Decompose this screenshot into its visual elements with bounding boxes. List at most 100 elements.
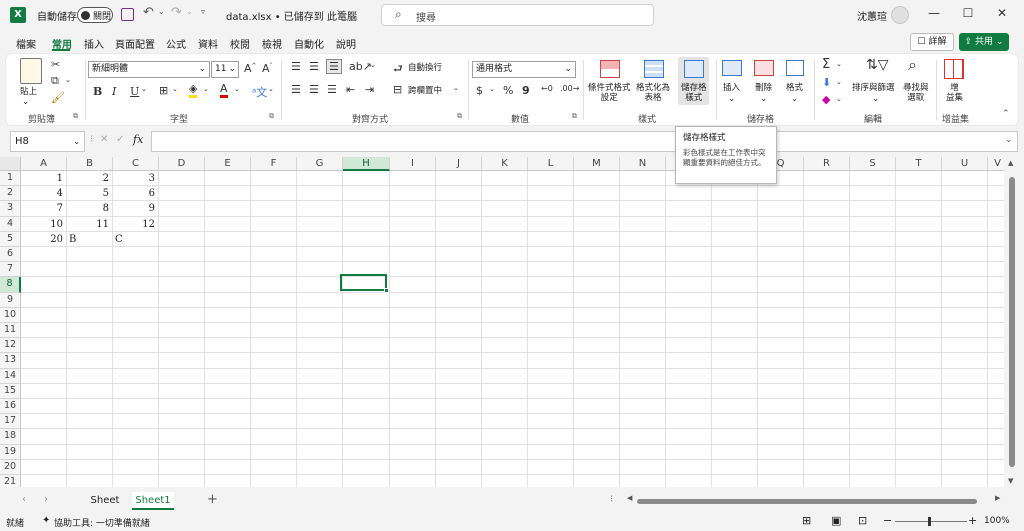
align-bottom-icon[interactable]: ☰: [326, 59, 342, 74]
undo-dropdown-icon[interactable]: ⌄: [158, 7, 165, 16]
row-header[interactable]: 2: [0, 186, 21, 202]
column-header[interactable]: M: [574, 157, 620, 171]
cell-B4[interactable]: 11: [67, 217, 113, 232]
fill-color-icon[interactable]: ◈: [189, 83, 198, 98]
column-header[interactable]: C: [113, 157, 159, 171]
cut-icon[interactable]: ✂: [51, 58, 60, 71]
autosave-toggle[interactable]: 關閉: [77, 7, 113, 23]
borders-icon[interactable]: ⊞: [159, 84, 168, 97]
number-format-dropdown[interactable]: 通用格式 ⌄: [472, 61, 576, 78]
increase-indent-icon[interactable]: ⇥: [365, 83, 374, 96]
sheet-tab-sheet[interactable]: Sheet: [82, 492, 128, 510]
normal-view-icon[interactable]: ⊞: [802, 514, 811, 527]
column-header[interactable]: R: [804, 157, 850, 171]
scroll-right-icon[interactable]: ▶: [995, 494, 1000, 502]
currency-icon[interactable]: $: [476, 84, 483, 97]
column-header[interactable]: K: [482, 157, 528, 171]
column-header[interactable]: L: [528, 157, 574, 171]
scroll-left-icon[interactable]: ◀: [627, 494, 632, 502]
comments-button[interactable]: ☐ 詳解: [910, 33, 954, 51]
worksheet-grid[interactable]: ABCDEFGHIJKLMNOPQRSTUV123456789101112131…: [0, 157, 1004, 487]
maximize-button[interactable]: ☐: [958, 6, 978, 24]
number-launcher-icon[interactable]: ⧉: [572, 112, 577, 121]
cell-C4[interactable]: 12: [113, 217, 159, 232]
font-launcher-icon[interactable]: ⧉: [269, 112, 274, 121]
cancel-icon[interactable]: ✕: [100, 134, 108, 145]
orientation-icon[interactable]: ab↗: [349, 60, 372, 73]
scroll-up-icon[interactable]: ▲: [1008, 159, 1013, 167]
cell-styles-button[interactable]: 儲存格 樣式: [681, 83, 707, 103]
format-cells-icon[interactable]: [786, 60, 804, 76]
collapse-ribbon-icon[interactable]: ⌃: [1002, 109, 1010, 119]
merge-center-icon[interactable]: ⊟: [393, 83, 402, 96]
tab-splitter-icon[interactable]: ⁝: [610, 494, 613, 505]
delete-cells-button[interactable]: 刪除: [755, 83, 772, 93]
wrap-text-button[interactable]: 自動換行: [408, 63, 442, 73]
column-header[interactable]: F: [251, 157, 297, 171]
column-header[interactable]: J: [436, 157, 482, 171]
sheet-tab-sheet1[interactable]: Sheet1: [132, 492, 174, 510]
user-name[interactable]: 沈蕙瑄: [857, 8, 887, 23]
bold-button[interactable]: B: [93, 85, 102, 98]
row-header[interactable]: 21: [0, 475, 21, 487]
shrink-font-icon[interactable]: A˅: [262, 62, 273, 75]
row-header[interactable]: 5: [0, 231, 21, 247]
row-header[interactable]: 10: [0, 307, 21, 323]
expand-formula-icon[interactable]: ⌄: [1005, 135, 1013, 145]
share-button[interactable]: ⇪ 共用 ⌄: [959, 33, 1009, 51]
next-sheet-icon[interactable]: ›: [44, 494, 48, 505]
tab-data[interactable]: 資料: [198, 36, 218, 51]
horizontal-scrollbar[interactable]: ◀ ▶: [627, 494, 1005, 506]
zoom-in-icon[interactable]: +: [968, 514, 977, 527]
row-header[interactable]: 9: [0, 292, 21, 308]
clipboard-launcher-icon[interactable]: ⧉: [73, 112, 78, 121]
accessibility-status[interactable]: 協助工具: 一切準備就緒: [54, 516, 150, 529]
cell-C5[interactable]: C: [113, 232, 159, 247]
align-right-icon[interactable]: ☰: [327, 83, 337, 96]
row-header[interactable]: 14: [0, 368, 21, 384]
cell-B2[interactable]: 5: [67, 186, 113, 201]
row-header[interactable]: 18: [0, 429, 21, 445]
font-size-dropdown[interactable]: 11 ⌄: [211, 61, 239, 78]
prev-sheet-icon[interactable]: ‹: [22, 494, 26, 505]
add-sheet-button[interactable]: +: [207, 492, 218, 507]
insert-cells-icon[interactable]: [722, 60, 742, 76]
alignment-launcher-icon[interactable]: ⧉: [457, 112, 462, 121]
italic-button[interactable]: I: [112, 85, 116, 98]
copy-icon[interactable]: ⧉: [51, 74, 59, 88]
zoom-slider-thumb[interactable]: [928, 517, 931, 526]
fill-icon[interactable]: ⬇: [822, 76, 831, 89]
row-header[interactable]: 8: [0, 277, 21, 293]
row-header[interactable]: 1: [0, 171, 21, 187]
row-header[interactable]: 13: [0, 353, 21, 369]
column-header[interactable]: T: [896, 157, 942, 171]
row-header[interactable]: 17: [0, 414, 21, 430]
cell-A4[interactable]: 10: [21, 217, 67, 232]
font-name-dropdown[interactable]: 新細明體 ⌄: [88, 61, 210, 78]
undo-icon[interactable]: ↶: [143, 5, 154, 20]
column-header[interactable]: B: [67, 157, 113, 171]
cell-A1[interactable]: 1: [21, 171, 67, 186]
increase-decimal-icon[interactable]: ←0: [541, 84, 553, 93]
tab-help[interactable]: 說明: [336, 36, 356, 51]
clear-icon[interactable]: ◆: [822, 93, 830, 106]
cell-styles-icon[interactable]: [684, 60, 704, 78]
customize-qat-icon[interactable]: ▿: [201, 7, 205, 16]
column-header[interactable]: V: [988, 157, 1004, 171]
zoom-level[interactable]: 100%: [984, 516, 1010, 526]
row-header[interactable]: 19: [0, 444, 21, 460]
row-header[interactable]: 3: [0, 201, 21, 217]
page-layout-view-icon[interactable]: ▣: [831, 514, 841, 527]
underline-button[interactable]: U: [130, 85, 139, 98]
row-header[interactable]: 6: [0, 247, 21, 263]
tab-automate[interactable]: 自動化: [294, 36, 324, 51]
comma-icon[interactable]: 9: [522, 84, 530, 97]
cell-C2[interactable]: 6: [113, 186, 159, 201]
vertical-scrollbar[interactable]: ▲ ▼: [1005, 157, 1019, 490]
align-middle-icon[interactable]: ☰: [309, 60, 319, 73]
merge-center-button[interactable]: 跨欄置中: [408, 86, 442, 96]
tab-page-layout[interactable]: 頁面配置: [115, 36, 155, 51]
tab-formulas[interactable]: 公式: [166, 36, 186, 51]
decrease-indent-icon[interactable]: ⇤: [346, 83, 355, 96]
vertical-scroll-thumb[interactable]: [1009, 177, 1015, 467]
